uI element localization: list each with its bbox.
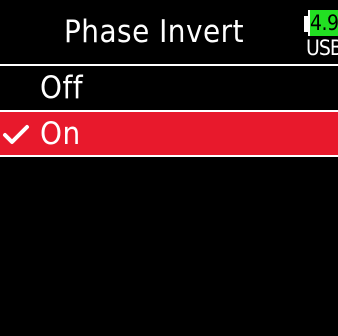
phase-invert-screen: Phase Invert 4.9 USB Off On	[0, 0, 338, 336]
battery-level: 4.9	[310, 11, 338, 35]
battery-indicator: 4.9 USB	[304, 10, 338, 60]
option-divider	[0, 110, 338, 112]
option-label: On	[40, 116, 81, 152]
option-off[interactable]: Off	[0, 66, 338, 110]
battery-icon: 4.9	[308, 10, 338, 36]
check-icon	[3, 125, 29, 144]
power-source-label: USB	[306, 36, 338, 60]
option-divider	[0, 155, 338, 157]
header: Phase Invert 4.9 USB	[0, 0, 338, 64]
option-label: Off	[40, 70, 84, 106]
option-on-selected[interactable]: On	[0, 112, 338, 156]
page-title: Phase Invert	[63, 14, 245, 50]
